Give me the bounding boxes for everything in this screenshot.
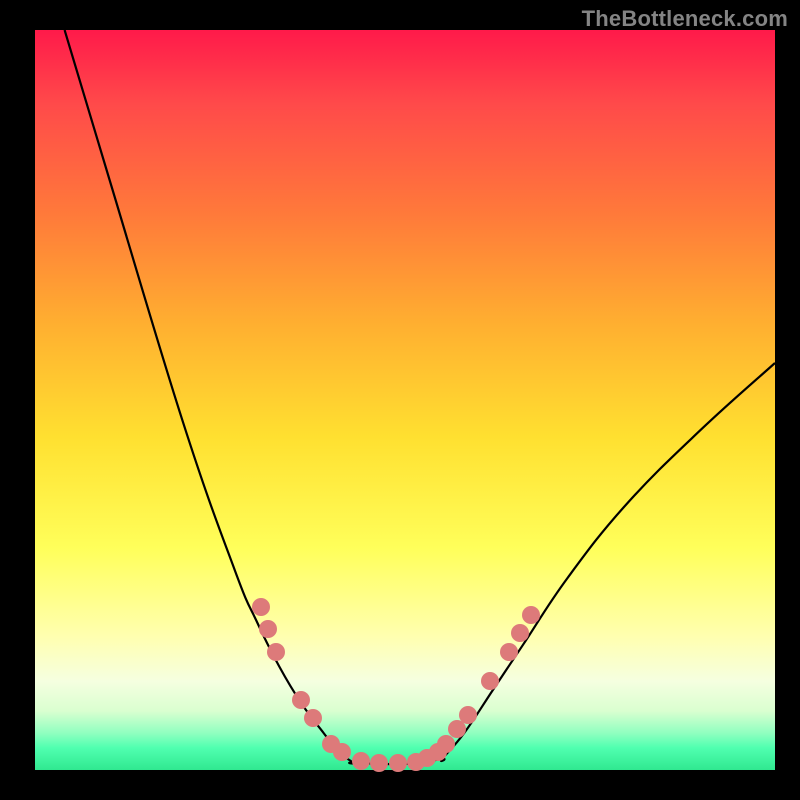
data-point xyxy=(352,752,370,770)
data-point xyxy=(481,672,499,690)
data-point xyxy=(500,643,518,661)
data-point xyxy=(252,598,270,616)
chart-container: TheBottleneck.com xyxy=(0,0,800,800)
plot-area xyxy=(35,30,775,770)
data-point xyxy=(511,624,529,642)
curve-svg xyxy=(35,30,775,770)
data-point xyxy=(459,706,477,724)
bottleneck-curve xyxy=(65,30,775,764)
watermark-text: TheBottleneck.com xyxy=(582,6,788,32)
data-point xyxy=(333,743,351,761)
data-point xyxy=(389,754,407,772)
data-point xyxy=(304,709,322,727)
data-point xyxy=(370,754,388,772)
data-point xyxy=(292,691,310,709)
data-point xyxy=(267,643,285,661)
data-point xyxy=(522,606,540,624)
data-point xyxy=(259,620,277,638)
data-point xyxy=(448,720,466,738)
data-point xyxy=(437,735,455,753)
